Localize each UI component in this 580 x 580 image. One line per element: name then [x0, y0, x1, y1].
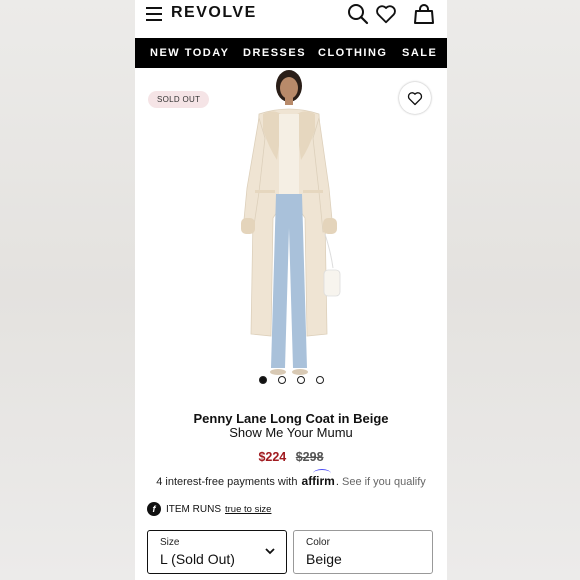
price-row: $224 $298	[135, 450, 447, 464]
gallery-dot[interactable]	[297, 376, 305, 384]
color-label: Color	[306, 537, 330, 548]
heart-icon[interactable]	[375, 3, 397, 25]
size-select[interactable]: Size L (Sold Out)	[147, 530, 287, 574]
fit-icon: f	[147, 502, 161, 516]
background-right	[447, 0, 580, 580]
sale-price: $224	[258, 450, 287, 464]
nav-item-clothing[interactable]: CLOTHING	[318, 47, 387, 59]
nav-item-sale[interactable]: SALE	[402, 47, 437, 59]
mobile-page: REVOLVE NEW TODAY DRESSES CLOTHING SALE …	[135, 0, 447, 580]
site-logo[interactable]: REVOLVE	[171, 4, 257, 22]
nav-item-new-today[interactable]: NEW TODAY	[150, 47, 230, 59]
fit-info: f ITEM RUNS true to size	[147, 501, 271, 517]
gallery-dot[interactable]	[278, 376, 286, 384]
product-image	[241, 70, 341, 375]
wishlist-button[interactable]	[399, 82, 431, 114]
sold-out-badge: SOLD OUT	[148, 91, 210, 108]
nav-item-dresses[interactable]: DRESSES	[243, 47, 306, 59]
size-label: Size	[160, 537, 180, 548]
fit-label: ITEM RUNS	[166, 503, 221, 515]
menu-icon[interactable]	[146, 7, 162, 21]
gallery-dot[interactable]	[316, 376, 324, 384]
product-brand[interactable]: Show Me Your Mumu	[135, 425, 447, 440]
chevron-down-icon	[265, 548, 275, 555]
gallery-dot[interactable]	[259, 376, 267, 384]
color-value: Beige	[306, 551, 342, 567]
site-header: REVOLVE	[135, 0, 447, 38]
product-title: Penny Lane Long Coat in Beige	[193, 411, 389, 426]
size-value: L (Sold Out)	[160, 551, 235, 567]
financing-row: 4 interest-free payments with affirm. Se…	[156, 474, 426, 488]
financing-text: 4 interest-free payments with	[156, 476, 298, 488]
fit-link[interactable]: true to size	[225, 504, 271, 515]
qualify-link[interactable]: See if you qualify	[342, 476, 426, 488]
affirm-logo: affirm	[301, 474, 335, 488]
search-icon[interactable]	[347, 3, 369, 25]
category-nav: NEW TODAY DRESSES CLOTHING SALE	[135, 38, 447, 68]
bag-icon[interactable]	[413, 3, 435, 25]
color-select[interactable]: Color Beige	[293, 530, 433, 574]
background-left	[0, 0, 135, 580]
wishlist-heart-icon	[407, 91, 423, 105]
original-price: $298	[295, 450, 324, 464]
product-gallery[interactable]: SOLD OUT	[135, 68, 447, 398]
gallery-dots	[259, 375, 329, 385]
